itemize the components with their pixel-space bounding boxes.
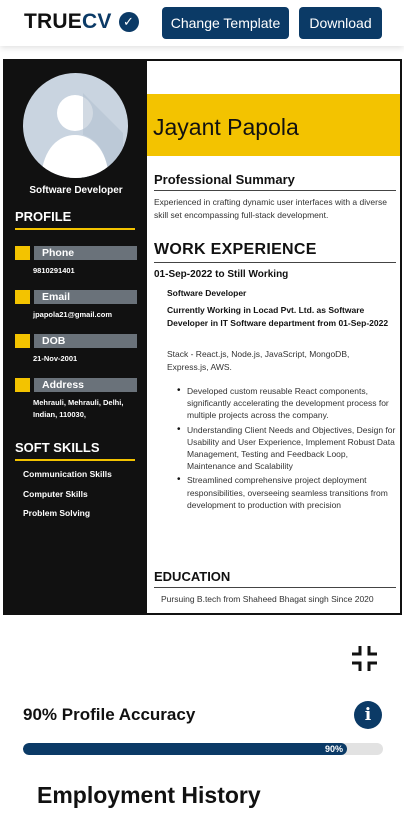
summary-heading: Professional Summary bbox=[154, 172, 396, 191]
work-bullet: Streamlined comprehensive project deploy… bbox=[177, 474, 397, 511]
contact-email: Email jpapola21@gmail.com bbox=[15, 290, 137, 321]
change-template-button[interactable]: Change Template bbox=[162, 7, 289, 39]
summary-text: Experienced in crafting dynamic user int… bbox=[154, 197, 387, 220]
name-band: Jayant Papola bbox=[147, 94, 400, 156]
education-text: Pursuing B.tech from Shaheed Bhagat sing… bbox=[161, 594, 374, 604]
contact-label: DOB bbox=[34, 334, 137, 348]
contact-label: Address bbox=[34, 378, 137, 392]
contact-value: 21-Nov-2001 bbox=[33, 354, 78, 363]
contact-marker bbox=[15, 246, 30, 260]
profile-accuracy-progress: 90% bbox=[23, 743, 383, 755]
contact-label: Phone bbox=[34, 246, 137, 260]
user-silhouette-icon bbox=[41, 93, 123, 178]
work-stack: Stack - React.js, Node.js, JavaScript, M… bbox=[167, 349, 350, 372]
logo-text-true: TRUE bbox=[24, 10, 82, 33]
contact-label: Email bbox=[34, 290, 137, 304]
profile-accuracy-label: 90% Profile Accuracy bbox=[23, 705, 196, 724]
work-period: 01-Sep-2022 to Still Working bbox=[154, 269, 289, 280]
profile-heading: PROFILE bbox=[15, 209, 135, 230]
progress-text: 90% bbox=[324, 744, 343, 754]
work-description: Currently Working in Locad Pvt. Ltd. as … bbox=[167, 305, 389, 328]
employment-history-heading: Employment History bbox=[37, 782, 261, 808]
contact-marker bbox=[15, 334, 30, 348]
contact-marker bbox=[15, 290, 30, 304]
education-heading: EDUCATION bbox=[154, 569, 396, 588]
contact-dob: DOB 21-Nov-2001 bbox=[15, 334, 137, 365]
soft-skill-item: Problem Solving bbox=[23, 508, 91, 518]
soft-skill-item: Communication Skills bbox=[23, 469, 112, 479]
logo-text-cv: CV bbox=[81, 10, 112, 33]
work-bullet: Understanding Client Needs and Objective… bbox=[177, 424, 397, 473]
work-title: Software Developer bbox=[167, 288, 247, 298]
contact-value: Mehrauli, Mehrauli, Delhi, Indian, 11003… bbox=[33, 398, 124, 419]
download-button[interactable]: Download bbox=[299, 7, 382, 39]
sidebar-role: Software Developer bbox=[29, 185, 123, 196]
soft-skills-heading: SOFT SKILLS bbox=[15, 440, 135, 461]
progress-fill: 90% bbox=[23, 743, 347, 755]
collapse-icon[interactable] bbox=[351, 645, 378, 672]
resume-sidebar: Software Developer PROFILE Phone 9810291… bbox=[5, 61, 147, 613]
contact-marker bbox=[15, 378, 30, 392]
work-bullets: Developed custom reusable React componen… bbox=[177, 385, 397, 513]
contact-phone: Phone 9810291401 bbox=[15, 246, 137, 277]
top-bar: TRUECV ✓ Change Template Download bbox=[0, 0, 404, 46]
contact-value: 9810291401 bbox=[33, 266, 75, 275]
work-bullet: Developed custom reusable React componen… bbox=[177, 385, 397, 422]
info-icon[interactable]: i bbox=[354, 701, 382, 729]
resume-main: Jayant Papola Professional Summary Exper… bbox=[147, 61, 400, 613]
resume-name: Jayant Papola bbox=[153, 114, 299, 140]
avatar bbox=[23, 73, 128, 178]
contact-address: Address Mehrauli, Mehrauli, Delhi, India… bbox=[15, 378, 137, 421]
resume-preview: Software Developer PROFILE Phone 9810291… bbox=[3, 59, 402, 615]
work-heading: WORK EXPERIENCE bbox=[154, 241, 396, 263]
soft-skill-item: Computer Skills bbox=[23, 489, 88, 499]
contact-value: jpapola21@gmail.com bbox=[33, 310, 113, 319]
check-icon: ✓ bbox=[118, 12, 139, 32]
truecv-logo[interactable]: TRUECV ✓ bbox=[24, 10, 139, 34]
